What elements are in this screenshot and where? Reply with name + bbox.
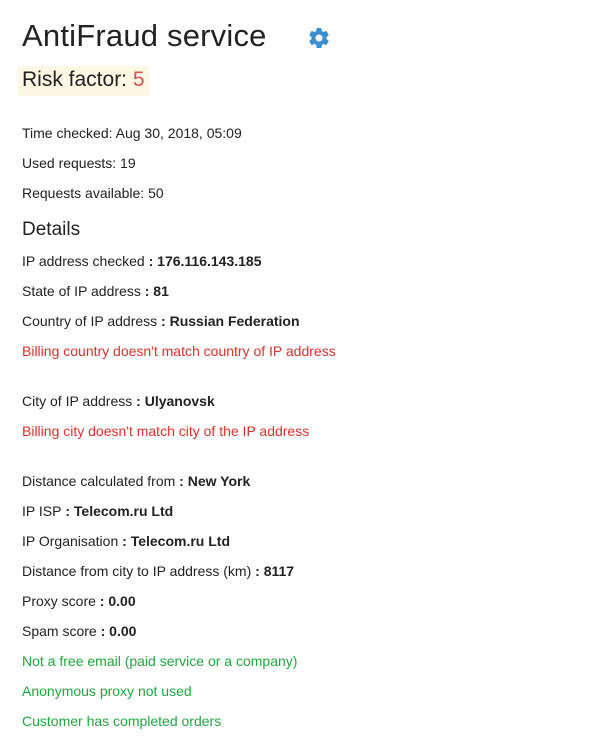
country-mismatch-warning: Billing country doesn't match country of… <box>22 343 336 359</box>
ip-checked-label: IP address checked <box>22 253 145 269</box>
ip-state-sep: : <box>140 283 154 299</box>
ip-org-row: IP Organisation : Telecom.ru Ltd <box>22 526 602 556</box>
ip-city-row: City of IP address : Ulyanovsk <box>22 386 602 416</box>
spam-score-value: 0.00 <box>109 623 137 639</box>
distance-km-value: 8117 <box>263 563 295 579</box>
distance-from-label: Distance calculated from <box>22 473 176 489</box>
page-title: AntiFraud service <box>22 18 267 53</box>
header: AntiFraud service <box>22 14 602 58</box>
gear-icon[interactable] <box>307 26 331 50</box>
ip-org-value: Telecom.ru Ltd <box>130 533 231 549</box>
ip-city-sep: : <box>132 393 145 409</box>
proxy-status: Anonymous proxy not used <box>22 683 192 699</box>
proxy-score-label: Proxy score <box>22 593 96 609</box>
city-mismatch-warning: Billing city doesn't match city of the I… <box>22 423 310 439</box>
proxy-score-sep: : <box>95 593 109 609</box>
risk-factor-label: Risk factor: <box>22 68 133 91</box>
ip-isp-sep: : <box>61 503 74 519</box>
orders-status: Customer has completed orders <box>22 713 222 729</box>
details-list: IP address checked : 176.116.143.185 Sta… <box>22 246 602 736</box>
ip-state-row: State of IP address : 81 <box>22 276 602 306</box>
ip-state-value: 81 <box>153 283 169 299</box>
distance-from-value: New York <box>187 473 251 489</box>
risk-factor-badge: Risk factor: 5 <box>18 66 149 96</box>
time-checked: Time checked: Aug 30, 2018, 05:09 <box>22 125 242 141</box>
ip-org-sep: : <box>118 533 131 549</box>
ip-isp-value: Telecom.ru Ltd <box>73 503 174 519</box>
ip-org-label: IP Organisation <box>22 533 119 549</box>
distance-from-sep: : <box>175 473 188 489</box>
free-email-status: Not a free email (paid service or a comp… <box>22 653 298 669</box>
ip-country-value: Russian Federation <box>169 313 300 329</box>
ip-isp-label: IP ISP <box>22 503 62 519</box>
spam-score-row: Spam score : 0.00 <box>22 616 602 646</box>
distance-km-row: Distance from city to IP address (km) : … <box>22 556 602 586</box>
requests-available: Requests available: 50 <box>22 185 164 201</box>
ip-checked-sep: : <box>144 253 158 269</box>
distance-km-sep: : <box>251 563 264 579</box>
ip-isp-row: IP ISP : Telecom.ru Ltd <box>22 496 602 526</box>
ip-city-label: City of IP address <box>22 393 133 409</box>
ip-checked-row: IP address checked : 176.116.143.185 <box>22 246 602 276</box>
ip-country-sep: : <box>157 313 170 329</box>
distance-from-row: Distance calculated from : New York <box>22 466 602 496</box>
distance-km-label: Distance from city to IP address (km) <box>22 563 252 579</box>
proxy-score-row: Proxy score : 0.00 <box>22 586 602 616</box>
antifraud-panel: AntiFraud service Risk factor: 5 Time ch… <box>18 0 602 736</box>
ip-country-label: Country of IP address <box>22 313 158 329</box>
request-meta: Time checked: Aug 30, 2018, 05:09 Used r… <box>22 118 602 208</box>
ip-city-value: Ulyanovsk <box>144 393 215 409</box>
proxy-score-value: 0.00 <box>108 593 136 609</box>
ip-checked-value: 176.116.143.185 <box>157 253 262 269</box>
spam-score-sep: : <box>96 623 110 639</box>
details-heading: Details <box>22 219 81 240</box>
risk-factor-value: 5 <box>132 68 145 91</box>
used-requests: Used requests: 19 <box>22 155 136 171</box>
ip-state-label: State of IP address <box>22 283 141 299</box>
ip-country-row: Country of IP address : Russian Federati… <box>22 306 602 336</box>
spam-score-label: Spam score <box>22 623 97 639</box>
